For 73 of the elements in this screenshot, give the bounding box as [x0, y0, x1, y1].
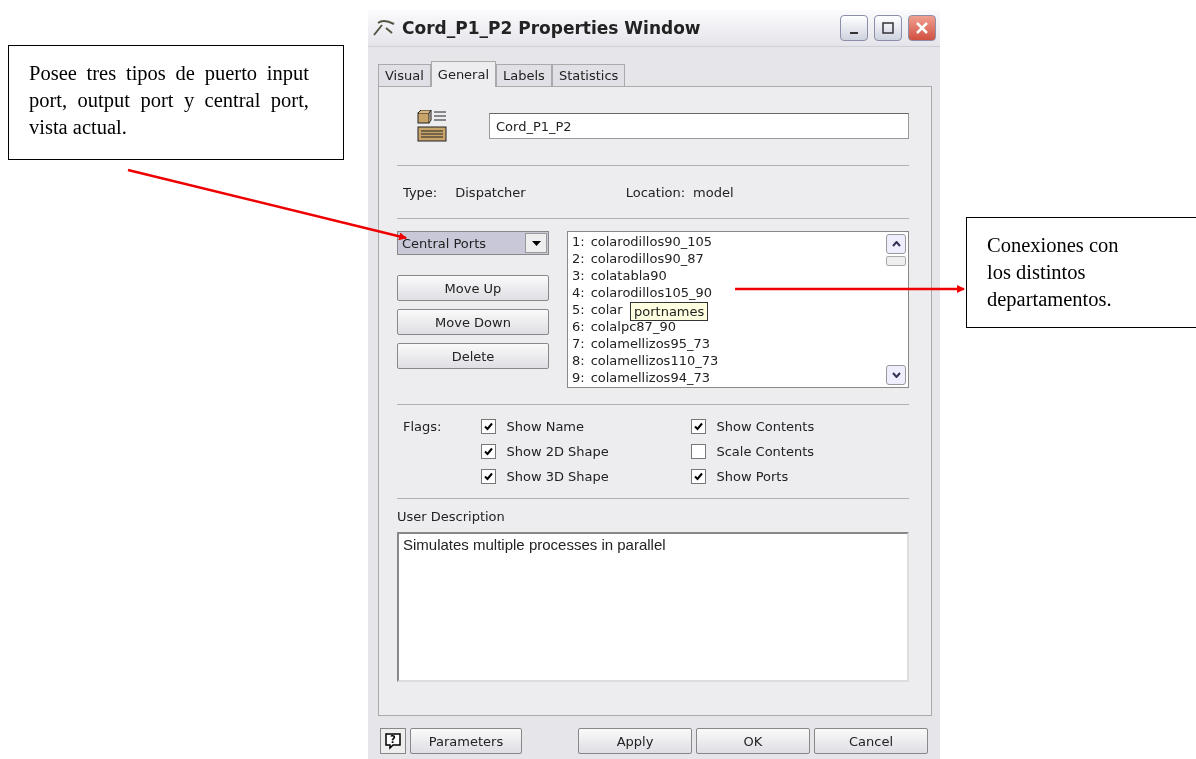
checkbox-label: Show Name — [506, 419, 585, 434]
tab[interactable]: Statistics — [551, 64, 626, 86]
port-number: 8: — [572, 352, 585, 369]
port-number: 9: — [572, 369, 585, 386]
checkbox-label: Show Contents — [716, 419, 815, 434]
callout-text: Conexiones con los distintos departamentos. — [966, 217, 1196, 328]
scroll-up-button[interactable] — [886, 234, 906, 254]
check-icon — [484, 472, 494, 481]
port-action-button[interactable]: Move Up — [397, 275, 549, 301]
window-title: Cord_P1_P2 Properties Window — [402, 18, 702, 38]
tool-icon — [372, 19, 396, 37]
port-name[interactable]: colatabla90 — [590, 267, 667, 284]
minimize-icon — [850, 32, 858, 34]
dialog-button[interactable]: Cancel — [814, 728, 928, 754]
description-field[interactable]: Simulates multiple processes in parallel — [397, 532, 909, 682]
port-name[interactable]: colarodillos90_87 — [590, 250, 704, 267]
port-name[interactable]: colamellizos110_73 — [590, 352, 719, 369]
callout-text: Posee tres tipos de puerto input port, output port y central port, vista actual. — [8, 45, 344, 160]
port-number: 4: — [572, 284, 585, 301]
checkbox-label: Scale Contents — [716, 444, 815, 459]
type-label: Type: — [403, 184, 438, 200]
port-number: 2: — [572, 250, 585, 267]
port-number: 6: — [572, 318, 585, 335]
port-name[interactable]: colar — [590, 301, 623, 318]
checkbox-label: Show Ports — [716, 469, 789, 484]
port-number: 7: — [572, 335, 585, 352]
chevron-up-icon — [891, 241, 901, 247]
checkbox[interactable] — [691, 469, 707, 484]
port-name[interactable]: colamellizos95_73 — [590, 335, 710, 352]
check-icon — [694, 472, 704, 481]
check-icon — [484, 422, 494, 431]
description-label: User Description — [397, 509, 506, 524]
dialog-button[interactable]: OK — [696, 728, 810, 754]
location-value: model — [693, 184, 734, 200]
minimize-button[interactable] — [840, 15, 868, 41]
port-action-button[interactable]: Move Down — [397, 309, 549, 335]
checkbox[interactable] — [481, 444, 497, 459]
port-number: 1: — [572, 233, 585, 250]
port-name[interactable]: colarodillos105_90 — [590, 284, 713, 301]
port-type-dropdown[interactable]: Central Ports — [397, 231, 549, 255]
port-name[interactable]: colalpc87_90 — [590, 318, 676, 335]
maximize-button[interactable] — [874, 15, 902, 41]
checkbox[interactable] — [481, 419, 497, 434]
flags-label: Flags: — [403, 419, 442, 436]
tab[interactable]: General — [430, 61, 497, 87]
scroll-down-button[interactable] — [886, 365, 906, 385]
checkbox[interactable] — [481, 469, 497, 484]
object-icon — [417, 110, 447, 142]
port-number: 3: — [572, 267, 585, 284]
check-icon — [484, 447, 494, 456]
checkbox[interactable] — [691, 444, 707, 459]
location-label: Location: — [625, 184, 686, 200]
port-name[interactable]: colamellizos94_73 — [590, 369, 710, 386]
parameters-button[interactable]: Parameters — [410, 728, 522, 754]
close-icon — [916, 22, 928, 34]
tab[interactable]: Labels — [496, 64, 552, 86]
tooltip: portnames — [630, 302, 709, 321]
chevron-down-icon — [891, 372, 901, 378]
name-field[interactable]: Cord_P1_P2 — [489, 113, 909, 139]
port-number: 5: — [572, 301, 585, 318]
checkbox[interactable] — [691, 419, 707, 434]
checkbox-label: Show 3D Shape — [506, 469, 609, 484]
dialog-button[interactable]: Apply — [578, 728, 692, 754]
checkbox-label: Show 2D Shape — [506, 444, 609, 459]
maximize-icon — [882, 22, 894, 34]
close-button[interactable] — [908, 15, 936, 41]
scroll-thumb[interactable] — [886, 256, 906, 266]
tab[interactable]: Visual — [378, 64, 431, 86]
check-icon — [694, 422, 704, 431]
port-action-button[interactable]: Delete — [397, 343, 549, 369]
port-name[interactable]: colarodillos90_105 — [590, 233, 713, 250]
type-value: Dispatcher — [455, 184, 526, 200]
caret-icon — [531, 240, 541, 246]
